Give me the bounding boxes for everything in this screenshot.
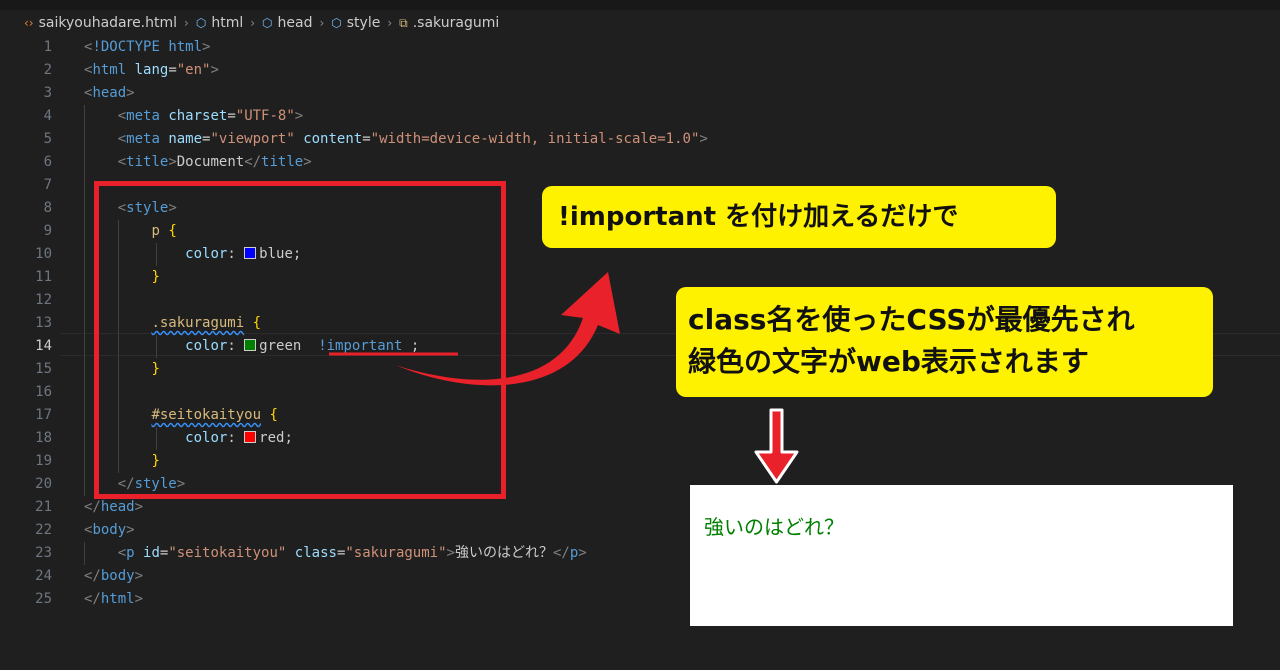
line-number: 1 bbox=[43, 39, 52, 55]
cube-icon: ⬡ bbox=[262, 16, 273, 30]
line-number: 4 bbox=[43, 108, 52, 124]
code-line[interactable]: 1 <!DOCTYPE html> bbox=[0, 36, 1280, 59]
line-number: 5 bbox=[43, 131, 52, 147]
code-text: <meta name="viewport" content="width=dev… bbox=[117, 131, 708, 147]
code-text: <p id="seitokaityou" class="sakuragumi">… bbox=[117, 545, 587, 561]
code-line[interactable]: 5 <meta name="viewport" content="width=d… bbox=[0, 128, 1280, 151]
selector-icon: ⧉ bbox=[399, 16, 408, 30]
line-number: 13 bbox=[35, 315, 52, 331]
preview-text: 強いのはどれ？ bbox=[704, 515, 844, 539]
breadcrumb-label: saikyouhadare.html bbox=[38, 15, 178, 31]
line-number: 12 bbox=[35, 292, 52, 308]
line-number: 22 bbox=[35, 522, 52, 538]
breadcrumb-label: head bbox=[277, 15, 313, 31]
code-text: <!DOCTYPE html> bbox=[84, 39, 211, 55]
breadcrumb-item-saikyouhadare-html[interactable]: ‹› saikyouhadare.html bbox=[24, 15, 177, 31]
style-block-highlight-box bbox=[94, 181, 506, 499]
line-number: 7 bbox=[43, 177, 52, 193]
browser-preview: 強いのはどれ？ bbox=[690, 485, 1233, 626]
title-strip bbox=[0, 0, 1280, 10]
line-number: 10 bbox=[35, 246, 52, 262]
breadcrumb-item-head[interactable]: ⬡ head bbox=[262, 15, 312, 31]
code-text: <html lang="en"> bbox=[84, 62, 219, 78]
breadcrumb-label: html bbox=[211, 15, 244, 31]
line-number: 8 bbox=[43, 200, 52, 216]
line-number: 16 bbox=[35, 384, 52, 400]
line-number: 25 bbox=[35, 591, 52, 607]
cube-icon: ⬡ bbox=[331, 16, 342, 30]
line-number: 11 bbox=[35, 269, 52, 285]
code-line[interactable]: 3 <head> bbox=[0, 82, 1280, 105]
breadcrumb-item-sakuragumi[interactable]: ⧉ .sakuragumi bbox=[399, 15, 499, 31]
cube-icon: ⬡ bbox=[195, 16, 207, 30]
explanation-line-1: class名を使ったCSSが最優先され bbox=[688, 303, 1135, 336]
code-text: </body> bbox=[84, 568, 144, 584]
important-callout-text: !important を付け加えるだけで bbox=[558, 202, 959, 232]
code-text: <meta charset="UTF-8"> bbox=[117, 108, 304, 124]
chevron-right-icon: › bbox=[387, 16, 393, 30]
code-text: </html> bbox=[84, 591, 144, 607]
breadcrumb-label: style bbox=[346, 15, 381, 31]
line-number: 15 bbox=[35, 361, 52, 377]
line-number: 18 bbox=[35, 430, 52, 446]
explanation-line-2: 緑色の文字がweb表示されます bbox=[688, 345, 1089, 378]
breadcrumb-item-style[interactable]: ⬡ style bbox=[331, 15, 380, 31]
line-number: 19 bbox=[35, 453, 52, 469]
line-number: 6 bbox=[43, 154, 52, 170]
breadcrumb: ‹› saikyouhadare.html › ⬡ html › ⬡ head › ⬡ style ›… bbox=[0, 10, 1280, 36]
chevron-right-icon: › bbox=[184, 16, 189, 30]
line-number: 20 bbox=[35, 476, 52, 492]
code-line[interactable]: 6 <title>Document</title> bbox=[0, 151, 1280, 174]
line-number: 9 bbox=[43, 223, 52, 239]
line-number: 17 bbox=[35, 407, 52, 423]
explanation-callout: class名を使ったCSSが最優先され 緑色の文字がweb表示されます bbox=[676, 287, 1213, 397]
breadcrumb-label: .sakuragumi bbox=[412, 15, 500, 31]
chevron-right-icon: › bbox=[319, 16, 325, 30]
line-number: 23 bbox=[35, 545, 52, 561]
line-number: 14 bbox=[35, 338, 52, 354]
line-number: 3 bbox=[43, 85, 52, 101]
chevron-right-icon: › bbox=[250, 16, 256, 30]
code-line[interactable]: 2 <html lang="en"> bbox=[0, 59, 1280, 82]
line-number: 2 bbox=[43, 62, 52, 78]
code-file-icon: ‹› bbox=[24, 16, 34, 30]
code-text: <body> bbox=[84, 522, 135, 538]
code-text: </head> bbox=[84, 499, 144, 515]
line-number: 21 bbox=[35, 499, 52, 515]
code-text: <head> bbox=[84, 85, 135, 101]
code-text: <title>Document</title> bbox=[117, 154, 312, 170]
code-line[interactable]: 4 <meta charset="UTF-8"> bbox=[0, 105, 1280, 128]
important-callout: !important を付け加えるだけで bbox=[542, 186, 1056, 248]
line-number: 24 bbox=[35, 568, 52, 584]
breadcrumb-item-html[interactable]: ⬡ html bbox=[196, 15, 243, 31]
